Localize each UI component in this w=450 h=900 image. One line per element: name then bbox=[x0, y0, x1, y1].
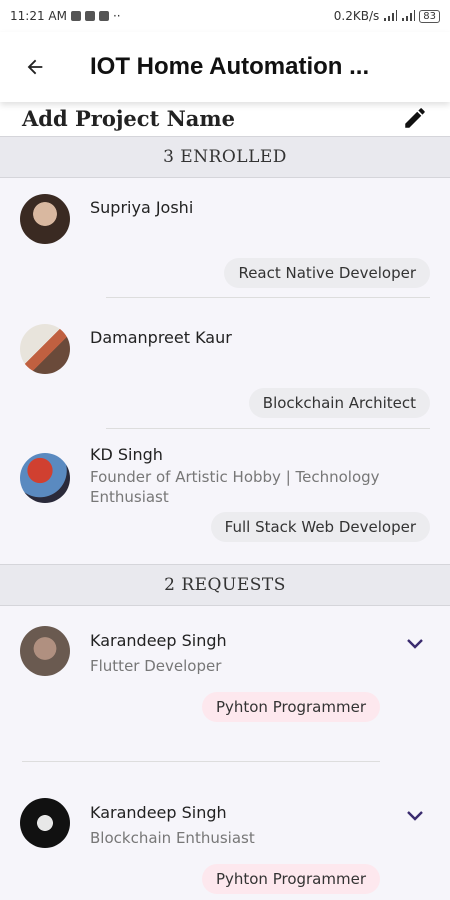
member-subtitle: Blockchain Enthusiast bbox=[90, 829, 255, 847]
avatar bbox=[20, 453, 70, 503]
page-title: IOT Home Automation ... bbox=[90, 53, 370, 80]
member-name: Damanpreet Kaur bbox=[90, 328, 232, 347]
project-name-row: Add Project Name bbox=[0, 100, 450, 136]
list-item[interactable]: Karandeep Singh Blockchain Enthusiast Py… bbox=[0, 778, 450, 898]
member-name: KD Singh bbox=[90, 445, 163, 464]
member-subtitle: Enthusiast bbox=[90, 488, 169, 506]
member-subtitle: Founder of Artistic Hobby | Technology bbox=[90, 468, 380, 486]
role-chip: React Native Developer bbox=[224, 258, 430, 288]
role-chip: Blockchain Architect bbox=[248, 388, 430, 418]
notification-icon bbox=[98, 11, 109, 21]
enrolled-header: 3 ENROLLED bbox=[0, 136, 450, 178]
list-item[interactable]: Supriya Joshi React Native Developer bbox=[0, 178, 450, 308]
member-name: Karandeep Singh bbox=[90, 803, 227, 822]
member-name: Karandeep Singh bbox=[90, 631, 227, 650]
chevron-down-icon[interactable] bbox=[406, 808, 424, 822]
status-bar: 11:21 AM ·· 0.2KB/s 83 bbox=[0, 0, 450, 32]
app-bar: IOT Home Automation ... bbox=[0, 32, 450, 102]
notification-icon bbox=[70, 11, 81, 21]
list-item[interactable]: Karandeep Singh Flutter Developer Pyhton… bbox=[0, 606, 450, 778]
avatar bbox=[20, 798, 70, 848]
avatar bbox=[20, 626, 70, 676]
more-notifications-icon: ·· bbox=[112, 9, 121, 23]
avatar bbox=[20, 324, 70, 374]
notification-icon bbox=[84, 11, 95, 21]
project-name: Add Project Name bbox=[22, 105, 235, 131]
role-chip: Full Stack Web Developer bbox=[210, 512, 430, 542]
arrow-left-icon bbox=[27, 59, 43, 75]
pencil-icon bbox=[405, 108, 425, 128]
divider bbox=[106, 297, 430, 298]
signal-icon bbox=[402, 10, 416, 21]
divider bbox=[22, 761, 380, 762]
network-speed: 0.2KB/s bbox=[333, 9, 380, 23]
back-button[interactable] bbox=[16, 48, 54, 86]
edit-button[interactable] bbox=[402, 105, 428, 131]
list-item[interactable]: Damanpreet Kaur Blockchain Architect bbox=[0, 308, 450, 438]
member-subtitle: Flutter Developer bbox=[90, 657, 222, 675]
signal-icon bbox=[384, 10, 398, 21]
role-chip: Pyhton Programmer bbox=[201, 864, 380, 894]
battery-icon: 83 bbox=[419, 9, 440, 23]
divider bbox=[106, 428, 430, 429]
role-chip: Pyhton Programmer bbox=[201, 692, 380, 722]
avatar bbox=[20, 194, 70, 244]
requests-header: 2 REQUESTS bbox=[0, 564, 450, 606]
status-time: 11:21 AM bbox=[10, 9, 67, 23]
member-name: Supriya Joshi bbox=[90, 198, 194, 217]
chevron-down-icon[interactable] bbox=[406, 636, 424, 650]
list-item[interactable]: KD Singh Founder of Artistic Hobby | Tec… bbox=[0, 438, 450, 564]
